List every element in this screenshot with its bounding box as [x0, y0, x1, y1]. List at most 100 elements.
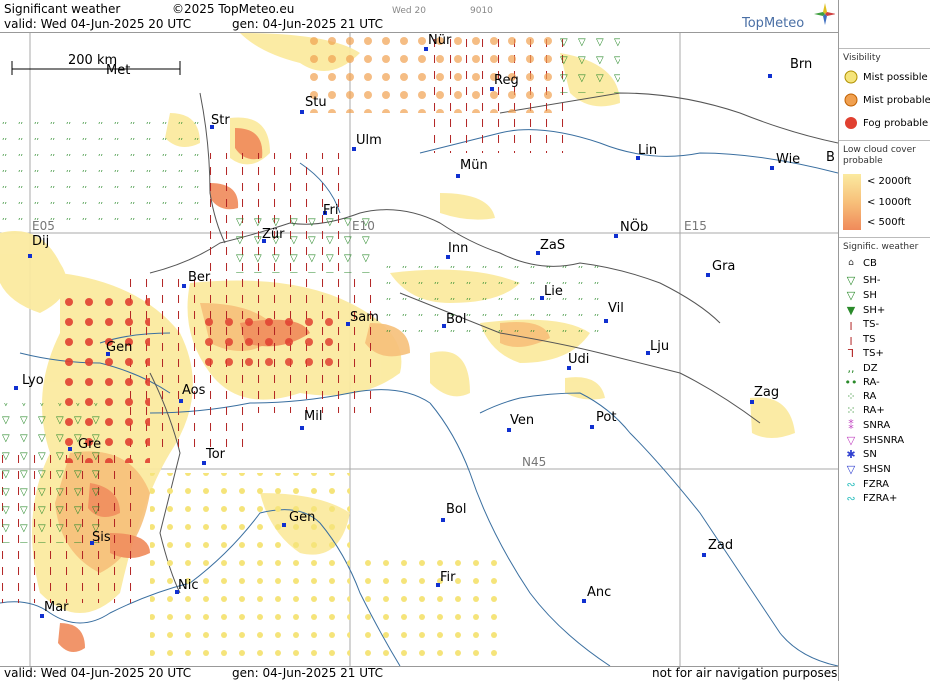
- city-label: Aos: [182, 383, 206, 398]
- grid-label-e05: E05: [32, 219, 55, 233]
- legend-panel: Visibility Mist possible Mist probable F…: [838, 0, 930, 681]
- thunder-light-icon: ꞁ: [849, 317, 853, 331]
- city-label: Dij: [32, 234, 50, 249]
- weather-map[interactable]: ꞁ ▽ ,,: [0, 32, 838, 667]
- city-label: Wie: [776, 152, 801, 167]
- legend-sh-light: ▽ SH-: [843, 273, 881, 287]
- rain-heavy-icon: ⁙: [846, 403, 856, 417]
- shower-heavy-icon: ▼: [846, 303, 856, 317]
- city-label: Bol: [446, 312, 467, 327]
- legend-ra-heavy: ⁙ RA+: [843, 403, 884, 417]
- city-label: Vil: [608, 301, 624, 316]
- legend-shsnra: ▽ SHSNRA: [843, 433, 904, 447]
- city-label: Stu: [305, 95, 327, 110]
- legend-cb: ⌂ CB: [843, 256, 877, 270]
- rain-icon: ⁘: [846, 389, 856, 403]
- shower-icon: ▽: [846, 288, 856, 302]
- city-label: Zad: [708, 538, 734, 553]
- city-label: ZaS: [540, 238, 566, 253]
- grid-label-n45: N45: [522, 455, 547, 469]
- footer-valid-time: valid: Wed 04-Jun-2025 20 UTC: [4, 666, 192, 680]
- legend-shsn: ▽ SHSN: [843, 462, 891, 476]
- city-label: Udi: [568, 352, 590, 367]
- copyright: ©2025 TopMeteo.eu: [172, 2, 295, 16]
- city-label: Ber: [188, 270, 211, 285]
- rain-light-icon: ••: [844, 375, 858, 389]
- city-label: Sis: [92, 530, 111, 545]
- brand-name: TopMeteo: [742, 16, 805, 31]
- city-label: Gen: [106, 340, 133, 355]
- footer-generated-time: gen: 04-Jun-2025 21 UTC: [232, 666, 384, 680]
- legend-ts-heavy: Ꞁ TS+: [843, 346, 884, 360]
- city-label: Tor: [206, 447, 226, 462]
- legend-snra: ⁑ SNRA: [843, 418, 890, 432]
- city-label: Brn: [790, 57, 813, 72]
- footer: valid: Wed 04-Jun-2025 20 UTC gen: 04-Ju…: [0, 665, 838, 681]
- city-label: Fri: [323, 203, 339, 218]
- city-label: Lin: [638, 143, 658, 158]
- shower-light-icon: ▽: [846, 273, 856, 287]
- city-label: Mar: [44, 600, 69, 615]
- city-label: Gre: [78, 437, 102, 452]
- city-label: Ulm: [356, 133, 382, 148]
- cloud-gradient: [843, 174, 861, 230]
- city-label: Gen: [289, 510, 316, 525]
- city-label: Bol: [446, 502, 467, 517]
- snow-rain-icon: ⁑: [848, 418, 854, 432]
- city-label: Lie: [544, 284, 563, 299]
- city-label: Zür: [262, 227, 285, 242]
- freezing-rain-heavy-icon: ∾: [846, 491, 856, 505]
- thunder-icon: ꞁ: [849, 332, 853, 346]
- city-label: Ven: [510, 413, 535, 428]
- city-label: Fir: [440, 570, 456, 585]
- grid-label-e10: E10: [352, 219, 375, 233]
- faint-code: 9010: [470, 6, 493, 16]
- visibility-title: Visibility: [843, 53, 881, 63]
- city-label: Nic: [178, 578, 199, 593]
- city-label: Mil: [304, 409, 323, 424]
- snow-rain-shower-icon: ▽: [846, 433, 856, 447]
- city-label: Anc: [587, 585, 612, 600]
- valid-time: valid: Wed 04-Jun-2025 20 UTC: [4, 17, 192, 31]
- city-label: Pot: [596, 410, 617, 425]
- header: Significant weather ©2025 TopMeteo.eu We…: [0, 0, 838, 32]
- generated-time: gen: 04-Jun-2025 21 UTC: [232, 17, 384, 31]
- legend-dz: ,, DZ: [843, 361, 878, 375]
- disclaimer: not for air navigation purposes: [652, 666, 838, 680]
- weather-title: Signific. weather: [843, 242, 919, 252]
- thunder-heavy-icon: Ꞁ: [847, 346, 855, 360]
- grid-label-e15: E15: [684, 219, 707, 233]
- freezing-rain-icon: ∾: [846, 477, 856, 491]
- cloud-title: Low cloud cover probable: [843, 145, 916, 166]
- city-label: Inn: [448, 241, 469, 256]
- snow-icon: ✱: [846, 447, 856, 461]
- city-label: Sam: [350, 310, 379, 325]
- city-label: Met: [106, 63, 131, 78]
- legend-ra: ⁘ RA: [843, 389, 876, 403]
- city-label: Mün: [460, 158, 488, 173]
- city-label: Reg: [494, 73, 519, 88]
- legend-fzra: ∾ FZRA: [843, 477, 889, 491]
- mist-possible-icon: [843, 70, 859, 84]
- legend-fog: Fog probable: [843, 116, 928, 130]
- chart-title: Significant weather: [4, 2, 121, 16]
- legend-cloud-500: < 500ft: [867, 216, 905, 228]
- city-label: Zag: [754, 385, 780, 400]
- legend-ra-light: •• RA-: [844, 375, 880, 389]
- faint-time: Wed 20: [392, 6, 426, 16]
- legend-sn: ✱ SN: [843, 447, 876, 461]
- city-label: Str: [211, 113, 230, 128]
- city-label: NÖb: [620, 220, 649, 235]
- legend-fzra-heavy: ∾ FZRA+: [843, 491, 897, 505]
- city-label: Lju: [650, 339, 670, 354]
- legend-mist-possible: Mist possible: [843, 70, 928, 84]
- legend-mist-probable: Mist probable: [843, 93, 930, 107]
- city-label: Gra: [712, 259, 736, 274]
- drizzle-icon: ,,: [847, 361, 855, 375]
- legend-sh: ▽ SH: [843, 288, 877, 302]
- snow-shower-icon: ▽: [846, 462, 856, 476]
- cb-icon: ⌂: [848, 258, 854, 268]
- fog-icon: [843, 116, 859, 130]
- legend-cloud-1000: < 1000ft: [867, 196, 912, 208]
- legend-cloud-2000: < 2000ft: [867, 175, 912, 187]
